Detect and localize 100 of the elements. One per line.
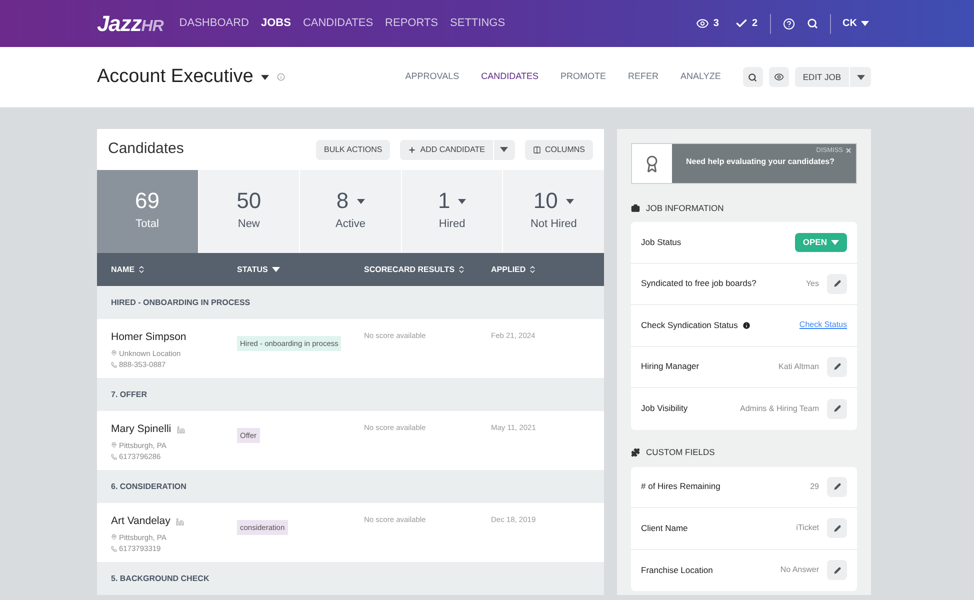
group-header: HIRED - ONBOARDING IN PROCESS: [97, 286, 604, 319]
field-value: Admins & Hiring Team: [740, 402, 819, 415]
columns-icon: [532, 146, 541, 154]
views-count: 3: [713, 17, 719, 31]
nav-link[interactable]: SETTINGS: [450, 15, 506, 32]
section-title: CUSTOM FIELDS: [646, 446, 715, 459]
field-label: Job Status: [641, 236, 682, 249]
user-menu[interactable]: CK: [842, 16, 869, 31]
location-icon: [111, 350, 117, 356]
preview-button[interactable]: [768, 67, 789, 87]
phone-icon: [111, 454, 117, 460]
candidate-name[interactable]: Art Vandelay: [111, 514, 170, 530]
job-tab[interactable]: ANALYZE: [680, 70, 721, 84]
stat-value: 10: [533, 190, 558, 212]
field-value: iTicket: [796, 522, 819, 534]
tasks-count: 2: [752, 17, 758, 31]
phone-icon: [111, 362, 117, 368]
pencil-icon: [834, 405, 840, 412]
sort-icon: [136, 265, 146, 274]
field-label: Hiring Manager: [641, 360, 700, 374]
pencil-icon: [834, 363, 840, 370]
edit-button[interactable]: [827, 356, 847, 377]
search-button[interactable]: [742, 67, 763, 87]
job-title[interactable]: Account Executive: [97, 62, 254, 92]
edit-button[interactable]: [827, 560, 847, 580]
puzzle-icon: [631, 448, 640, 457]
job-tab[interactable]: REFER: [628, 70, 659, 84]
edit-button[interactable]: [827, 518, 847, 538]
search-icon[interactable]: [806, 18, 818, 29]
location-icon: [111, 442, 117, 448]
field-value: 29: [810, 480, 819, 493]
pencil-icon: [834, 483, 840, 490]
caret-icon: [861, 21, 869, 26]
stat-label: Hired: [438, 217, 466, 232]
field-value: Kati Altman: [778, 360, 819, 373]
columns-button[interactable]: COLUMNS: [524, 140, 593, 160]
field-label: Franchise Location: [641, 564, 713, 577]
stat-value: 50: [236, 190, 262, 212]
group-header: 6. CONSIDERATION: [97, 470, 604, 503]
eye-icon[interactable]: [696, 17, 710, 30]
edit-button[interactable]: [827, 476, 847, 497]
briefcase-icon: [631, 204, 640, 212]
field-label: Client Name: [641, 522, 688, 535]
caret-icon: [272, 267, 280, 272]
candidate-name[interactable]: Homer Simpson: [111, 330, 186, 346]
stat-tile[interactable]: 10 Not Hired: [503, 170, 604, 253]
column-header[interactable]: STATUS: [237, 264, 364, 276]
candidate-name[interactable]: Mary Spinelli: [111, 422, 172, 438]
close-icon: [845, 147, 852, 154]
field-label: Syndicated to free job boards?: [641, 277, 756, 290]
bulk-actions-button[interactable]: BULK ACTIONS: [316, 140, 390, 160]
location-icon: [111, 534, 117, 540]
job-tab[interactable]: PROMOTE: [560, 70, 606, 84]
field-value: No Answer: [780, 564, 819, 576]
pencil-icon: [834, 280, 840, 288]
column-header[interactable]: APPLIED: [491, 264, 590, 276]
sort-icon: [456, 265, 466, 274]
stat-tile[interactable]: 50 New: [198, 170, 300, 253]
group-header: 5. BACKGROUND CHECK: [97, 562, 604, 595]
caret-icon: [500, 147, 508, 152]
section-title: JOB INFORMATION: [646, 202, 724, 214]
nav-link[interactable]: DASHBOARD: [179, 15, 249, 32]
logo-accent-text: HR: [141, 18, 164, 34]
eye-icon: [774, 72, 784, 82]
stat-value: 69: [135, 190, 160, 212]
job-tab[interactable]: APPROVALS: [405, 70, 460, 84]
field-value: Yes: [806, 278, 819, 290]
edit-button[interactable]: [827, 274, 847, 294]
promo-text: Need help evaluating your candidates?: [686, 156, 836, 168]
nav-link[interactable]: CANDIDATES: [302, 15, 374, 32]
group-header: 7. OFFER: [97, 378, 604, 411]
column-header[interactable]: SCORECARD RESULTS: [364, 264, 491, 276]
help-icon[interactable]: [782, 18, 795, 30]
edit-button[interactable]: [827, 398, 847, 419]
stat-label: Active: [336, 217, 366, 232]
caret-icon: [261, 74, 270, 80]
field-label: Check Syndication Status: [641, 318, 738, 332]
column-header[interactable]: NAME: [111, 264, 237, 276]
sort-icon: [528, 265, 537, 274]
caret-icon: [856, 74, 864, 80]
stat-label: Not Hired: [530, 217, 577, 232]
stat-label: New: [238, 217, 260, 232]
nav-link[interactable]: JOBS: [260, 15, 291, 32]
field-label: # of Hires Remaining: [641, 480, 720, 494]
stat-tile[interactable]: 1 Hired: [402, 170, 502, 253]
stat-value: 1: [438, 190, 450, 212]
check-status-link[interactable]: Check Status: [799, 319, 847, 332]
logo-text[interactable]: Jazz: [97, 12, 142, 34]
stat-value: 8: [336, 190, 349, 212]
search-icon: [748, 72, 758, 82]
card-title: Candidates: [108, 139, 184, 160]
caret-icon: [831, 240, 839, 245]
stat-tile[interactable]: 8 Active: [300, 170, 401, 253]
pencil-icon: [834, 566, 840, 574]
check-icon[interactable]: [734, 17, 748, 30]
field-label: Job Visibility: [641, 402, 688, 416]
job-tab[interactable]: CANDIDATES: [481, 70, 538, 84]
phone-icon: [111, 546, 117, 552]
nav-link[interactable]: REPORTS: [385, 15, 438, 32]
pencil-icon: [834, 524, 840, 532]
